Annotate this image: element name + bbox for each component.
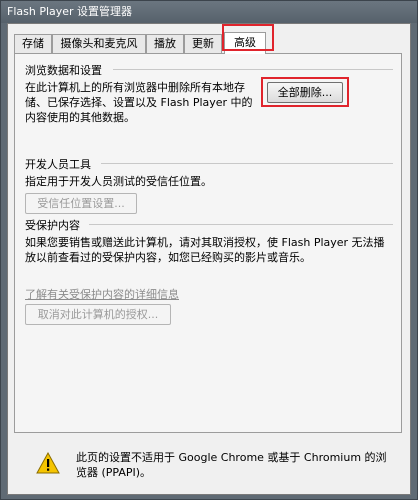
browsing-description: 在此计算机上的所有浏览器中删除所有本地存储、已保存选择、设置以及 Flash P… [25,81,253,124]
tab-storage[interactable]: 存储 [14,34,52,53]
highlight-advanced-tab [222,24,274,51]
learn-more-link[interactable]: 了解有关受保护内容的详细信息 [25,286,179,302]
window-client: 存储 摄像头和麦克风 播放 更新 高级 浏览数据和设置 在此计算机上的所有浏览器… [7,23,411,495]
trusted-location-button[interactable]: 受信任位置设置... [25,193,137,214]
section-divider [101,163,393,164]
tab-label: 摄像头和麦克风 [60,37,138,50]
deauthorize-button[interactable]: 取消对此计算机的授权... [25,304,171,325]
tab-label: 更新 [192,37,214,50]
advanced-panel: 浏览数据和设置 在此计算机上的所有浏览器中删除所有本地存储、已保存选择、设置以及… [14,53,402,433]
highlight-delete-button [261,77,349,107]
title-bar[interactable]: Flash Player 设置管理器 [1,1,417,23]
tab-camera-mic[interactable]: 摄像头和麦克风 [52,34,146,53]
section-divider [89,224,393,225]
developer-description: 指定用于开发人员测试的受信任位置。 [25,175,212,188]
developer-section-title: 开发人员工具 [25,158,91,171]
protected-section-title: 受保护内容 [25,219,80,232]
ppapi-warning-text: 此页的设置不适用于 Google Chrome 或基于 Chromium 的浏览… [76,451,387,479]
tab-label: 播放 [154,37,176,50]
browsing-section-title: 浏览数据和设置 [25,64,102,77]
protected-description: 如果您要销售或赠送此计算机，请对其取消授权，使 Flash Player 无法播… [25,236,385,264]
window-title: Flash Player 设置管理器 [7,5,133,18]
warning-icon [36,452,60,474]
section-divider [113,69,393,70]
tab-label: 存储 [22,37,44,50]
settings-window: Flash Player 设置管理器 存储 摄像头和麦克风 播放 更新 高级 浏… [0,0,418,500]
tab-playback[interactable]: 播放 [146,34,184,53]
tab-updates[interactable]: 更新 [184,34,222,53]
